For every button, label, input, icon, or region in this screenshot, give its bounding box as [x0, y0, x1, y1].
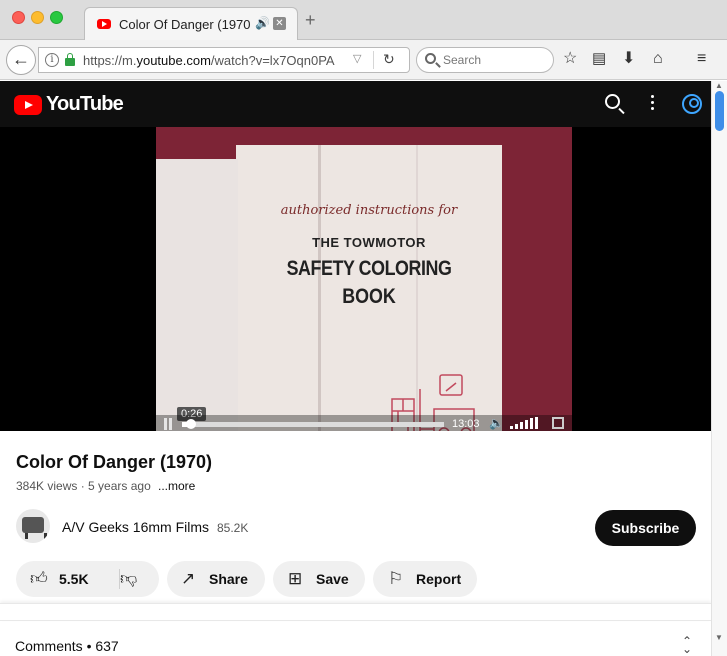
tab-strip: Color Of Danger (1970... 🔊 ✕ + — [0, 0, 727, 41]
video-frame[interactable]: authorized instructions for THE TOWMOTOR… — [156, 127, 572, 431]
tab-title: Color Of Danger (1970... — [119, 17, 251, 32]
bookmark-star-icon[interactable]: ☆ — [563, 50, 577, 68]
url-path: /watch?v=lx7Oqn0PA — [210, 53, 335, 68]
action-bar: 👍︎ 5.5K 👎︎ ↗ Share ⊞ Save ⚐ Report — [0, 561, 711, 599]
book-title-line: BOOK — [342, 285, 396, 308]
navigation-bar: ← i https://m.youtube.com/watch?v=lx7Oqn… — [0, 40, 727, 80]
book-caption-line: authorized instructions for — [280, 203, 458, 218]
duration-label: 13:03 — [452, 418, 480, 430]
add-to-playlist-icon: ⊞ — [288, 569, 303, 588]
video-meta: 384K views · 5 years ago — [16, 479, 151, 493]
reload-icon[interactable]: ↻ — [383, 51, 395, 68]
fullscreen-icon[interactable] — [552, 417, 564, 429]
speaker-icon[interactable]: 🔊 — [255, 16, 270, 30]
url-prefix: https://m. — [83, 53, 137, 68]
zoom-window-button[interactable] — [50, 11, 63, 24]
reading-list-icon[interactable]: ▤ — [592, 50, 606, 68]
youtube-header: YouTube — [0, 81, 711, 127]
save-label: Save — [316, 571, 349, 587]
scroll-down-icon[interactable]: ▼ — [715, 633, 723, 642]
video-title[interactable]: Color Of Danger (1970) — [16, 452, 212, 473]
like-dislike-group: 👍︎ 5.5K 👎︎ — [16, 561, 159, 597]
url-text[interactable]: https://m.youtube.com/watch?v=lx7Oqn0PA — [83, 53, 345, 68]
subscriber-count: 85.2K — [217, 521, 249, 535]
menu-icon[interactable]: ≡ — [697, 50, 706, 68]
coloring-book-image: authorized instructions for THE TOWMOTOR… — [156, 145, 502, 431]
url-divider — [373, 51, 374, 69]
more-options-icon[interactable] — [651, 95, 655, 113]
youtube-logo-icon[interactable] — [14, 95, 42, 115]
close-icon[interactable]: ✕ — [273, 17, 286, 30]
volume-icon[interactable]: 🔈 — [489, 416, 504, 430]
search-icon[interactable] — [605, 94, 620, 109]
lock-icon — [65, 53, 75, 66]
comments-header[interactable]: Comments • 637 — [15, 638, 119, 654]
browser-window: Color Of Danger (1970... 🔊 ✕ + ← i https… — [0, 0, 727, 656]
book-left-page — [156, 159, 238, 431]
url-host: youtube.com — [136, 53, 211, 68]
scroll-up-icon[interactable]: ▲ — [715, 81, 723, 90]
book-title-line: THE TOWMOTOR — [312, 235, 426, 250]
report-button[interactable]: ⚐ Report — [373, 561, 477, 597]
section-divider — [0, 603, 711, 621]
book-title-line: SAFETY COLORING — [286, 257, 452, 280]
search-input[interactable]: Search — [416, 47, 554, 73]
home-icon[interactable]: ⌂ — [653, 50, 663, 68]
scroll-thumb[interactable] — [715, 91, 724, 131]
like-count[interactable]: 5.5K — [59, 571, 89, 587]
player-controls: 13:03 🔈 — [156, 415, 572, 431]
progress-bar[interactable] — [182, 419, 444, 429]
youtube-favicon-icon — [97, 19, 111, 29]
share-icon: ↗ — [181, 569, 196, 588]
progress-handle[interactable] — [185, 419, 196, 429]
url-dropdown-icon[interactable]: ▽ — [353, 52, 361, 65]
download-icon[interactable]: ⬇ — [622, 50, 635, 68]
info-icon[interactable]: i — [45, 53, 59, 67]
close-window-button[interactable] — [12, 11, 25, 24]
video-player[interactable]: authorized instructions for THE TOWMOTOR… — [0, 127, 711, 431]
search-placeholder: Search — [443, 53, 482, 67]
youtube-page: YouTube authorized instructions for THE … — [0, 81, 711, 656]
thumbs-up-icon[interactable]: 👍︎ — [30, 569, 48, 589]
channel-avatar[interactable] — [16, 509, 50, 543]
subscribe-button[interactable]: Subscribe — [595, 510, 696, 546]
thumbs-down-icon[interactable]: 👎︎ — [120, 569, 137, 589]
expand-comments-icon[interactable]: ⌃ ⌄ — [682, 635, 692, 655]
channel-name[interactable]: A/V Geeks 16mm Films — [62, 519, 209, 535]
new-tab-button[interactable]: + — [305, 11, 316, 29]
minimize-window-button[interactable] — [31, 11, 44, 24]
share-label: Share — [209, 571, 248, 587]
youtube-logo-text[interactable]: YouTube — [46, 93, 124, 116]
tab-youtube[interactable]: Color Of Danger (1970... 🔊 ✕ — [84, 7, 298, 41]
save-button[interactable]: ⊞ Save — [273, 561, 365, 597]
share-button[interactable]: ↗ Share — [167, 561, 265, 597]
pause-icon[interactable] — [164, 418, 172, 430]
report-label: Report — [416, 571, 462, 587]
volume-slider[interactable] — [510, 417, 546, 429]
back-button[interactable]: ← — [6, 45, 36, 75]
account-icon[interactable] — [682, 94, 702, 114]
scrollbar[interactable]: ▲ ▼ — [711, 81, 727, 656]
search-icon — [425, 53, 436, 64]
address-bar[interactable]: i https://m.youtube.com/watch?v=lx7Oqn0P… — [38, 47, 410, 73]
more-link[interactable]: ...more — [158, 479, 195, 493]
flag-icon: ⚐ — [388, 569, 404, 588]
